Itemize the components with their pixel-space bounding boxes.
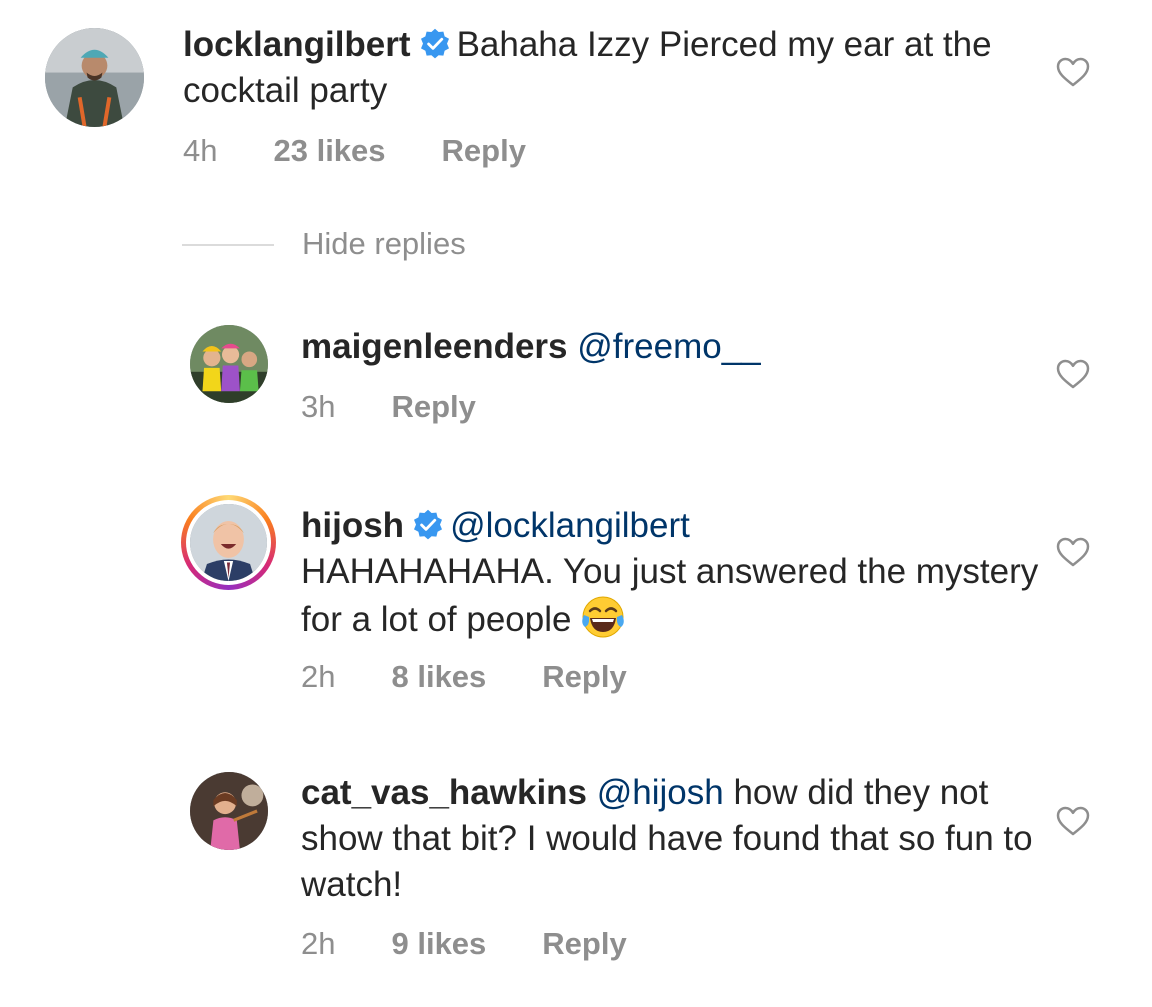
comment-body: maigenleenders @freemo__ — [301, 324, 1041, 370]
timestamp: 3h — [301, 389, 336, 424]
comment-text: HAHAHAHAHA. You just answered the myster… — [301, 552, 1039, 639]
avatar-cat_vas_hawkins[interactable] — [190, 772, 268, 850]
mention-link[interactable]: @hijosh — [597, 773, 724, 812]
divider-line — [182, 244, 274, 246]
username[interactable]: maigenleenders — [301, 327, 568, 366]
comment-body: hijosh @locklangilbert HAHAHAHAHA. You ju… — [301, 503, 1061, 643]
reply-button[interactable]: Reply — [391, 389, 475, 425]
reply-button[interactable]: Reply — [442, 133, 526, 169]
verified-badge-icon — [419, 26, 451, 59]
mention-link[interactable]: @locklangilbert — [450, 506, 690, 545]
mention-link[interactable]: @freemo__ — [577, 327, 760, 366]
like-heart-icon[interactable] — [1056, 537, 1090, 567]
laughing-tears-emoji — [581, 595, 625, 639]
avatar-maigenleenders[interactable] — [190, 325, 268, 403]
likes-count[interactable]: 9 likes — [391, 926, 486, 962]
comment-body: locklangilbert Bahaha Izzy Pierced my ear… — [183, 22, 1043, 114]
timestamp: 4h — [183, 133, 218, 168]
comment-meta: 3h Reply — [301, 389, 476, 425]
reply-button[interactable]: Reply — [542, 926, 626, 962]
username[interactable]: cat_vas_hawkins — [301, 773, 587, 812]
username[interactable]: hijosh — [301, 506, 404, 545]
avatar-locklangilbert[interactable] — [45, 28, 144, 127]
comment-meta: 4h 23 likes Reply — [183, 133, 526, 169]
username[interactable]: locklangilbert — [183, 25, 411, 64]
like-heart-icon[interactable] — [1056, 359, 1090, 389]
avatar-hijosh[interactable] — [190, 504, 267, 581]
likes-count[interactable]: 8 likes — [391, 659, 486, 695]
hide-replies-label[interactable]: Hide replies — [302, 226, 466, 262]
story-ring[interactable] — [181, 495, 276, 590]
reply-button[interactable]: Reply — [542, 659, 626, 695]
timestamp: 2h — [301, 926, 336, 961]
comment-body: cat_vas_hawkins @hijosh how did they not… — [301, 770, 1041, 908]
like-heart-icon[interactable] — [1056, 806, 1090, 836]
verified-badge-icon — [412, 507, 444, 540]
timestamp: 2h — [301, 659, 336, 694]
comment-meta: 2h 8 likes Reply — [301, 659, 627, 695]
like-heart-icon[interactable] — [1056, 57, 1090, 87]
comment-meta: 2h 9 likes Reply — [301, 926, 627, 962]
likes-count[interactable]: 23 likes — [273, 133, 385, 169]
